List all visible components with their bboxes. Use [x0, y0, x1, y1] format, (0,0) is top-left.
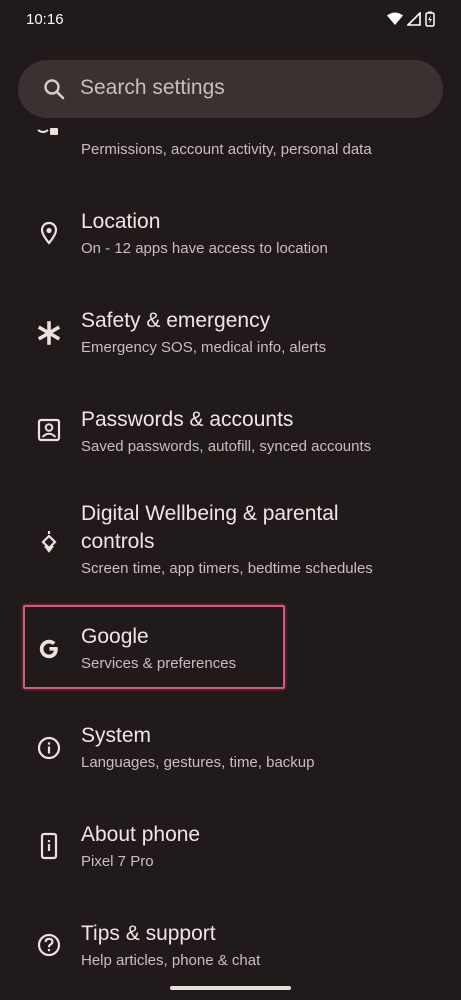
settings-item-privacy[interactable]: Permissions, account activity, personal … — [0, 120, 461, 172]
signal-icon — [406, 11, 421, 31]
settings-item-safety-emergency[interactable]: Safety & emergency Emergency SOS, medica… — [0, 304, 461, 374]
privacy-icon — [36, 122, 62, 148]
settings-item-location[interactable]: Location On - 12 apps have access to loc… — [0, 205, 461, 275]
settings-item-subtitle: Saved passwords, autofill, synced accoun… — [81, 438, 372, 455]
help-icon — [36, 932, 62, 958]
settings-item-subtitle: Emergency SOS, medical info, alerts — [81, 339, 327, 356]
settings-item-subtitle: Screen time, app timers, bedtime schedul… — [81, 560, 373, 577]
settings-item-title: System — [81, 724, 152, 747]
status-bar: 10:16 — [0, 0, 461, 42]
gesture-nav-handle[interactable] — [170, 986, 291, 990]
settings-item-passwords-accounts[interactable]: Passwords & accounts Saved passwords, au… — [0, 403, 461, 473]
info-icon — [36, 735, 62, 761]
status-icons — [387, 11, 435, 32]
wellbeing-icon — [36, 528, 62, 554]
settings-item-title: Location — [81, 210, 161, 233]
settings-item-system[interactable]: System Languages, gestures, time, backup — [0, 719, 461, 789]
settings-item-subtitle: Languages, gestures, time, backup — [81, 754, 315, 771]
settings-item-digital-wellbeing[interactable]: Digital Wellbeing & parental controls Sc… — [0, 498, 461, 588]
settings-item-subtitle: On - 12 apps have access to location — [81, 240, 328, 257]
settings-item-title: Passwords & accounts — [81, 408, 294, 431]
phone-info-icon — [36, 832, 62, 860]
account-box-icon — [36, 417, 62, 443]
settings-item-title: Safety & emergency — [81, 309, 271, 332]
settings-item-title: Digital Wellbeing & parental controls — [81, 502, 339, 553]
location-pin-icon — [36, 221, 62, 247]
settings-item-subtitle: Permissions, account activity, personal … — [81, 141, 372, 158]
settings-item-subtitle: Pixel 7 Pro — [81, 853, 154, 870]
status-time: 10:16 — [26, 11, 64, 28]
settings-item-tips-support[interactable]: Tips & support Help articles, phone & ch… — [0, 917, 461, 987]
settings-item-subtitle: Help articles, phone & chat — [81, 952, 261, 969]
settings-item-about-phone[interactable]: About phone Pixel 7 Pro — [0, 818, 461, 888]
search-placeholder: Search settings — [80, 76, 225, 99]
settings-item-title: About phone — [81, 823, 201, 846]
search-bar[interactable]: Search settings — [18, 60, 443, 118]
search-icon — [42, 77, 66, 101]
settings-item-title: Tips & support — [81, 922, 216, 945]
wifi-icon — [387, 12, 403, 31]
asterisk-icon — [36, 320, 62, 346]
battery-charging-icon — [425, 11, 435, 32]
highlight-box — [23, 605, 285, 689]
